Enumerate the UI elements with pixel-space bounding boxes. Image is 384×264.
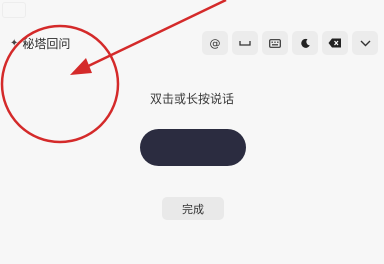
corner-badge xyxy=(2,2,26,18)
keyboard-icon xyxy=(269,38,281,48)
chevron-down-icon xyxy=(360,40,370,46)
toolbar: @ xyxy=(202,31,378,55)
annotation-arrowhead xyxy=(70,58,92,75)
backspace-icon xyxy=(328,38,341,48)
top-bar: ✦ 秘塔回问 @ xyxy=(0,28,384,60)
app-title-text: 秘塔回问 xyxy=(22,37,71,51)
space-icon xyxy=(239,41,251,46)
collapse-button[interactable] xyxy=(352,31,378,55)
at-icon: @ xyxy=(209,36,221,50)
moon-icon xyxy=(300,38,310,48)
backspace-button[interactable] xyxy=(322,31,348,55)
at-symbol-button[interactable]: @ xyxy=(202,31,228,55)
keyboard-button[interactable] xyxy=(262,31,288,55)
done-button[interactable]: 完成 xyxy=(162,197,224,220)
voice-hint: 双击或长按说话 xyxy=(149,92,234,106)
space-key-button[interactable] xyxy=(232,31,258,55)
dark-mode-button[interactable] xyxy=(292,31,318,55)
sparkle-icon: ✦ xyxy=(10,37,19,49)
voice-input-button[interactable] xyxy=(140,129,246,166)
app-title: ✦ 秘塔回问 xyxy=(10,35,70,52)
